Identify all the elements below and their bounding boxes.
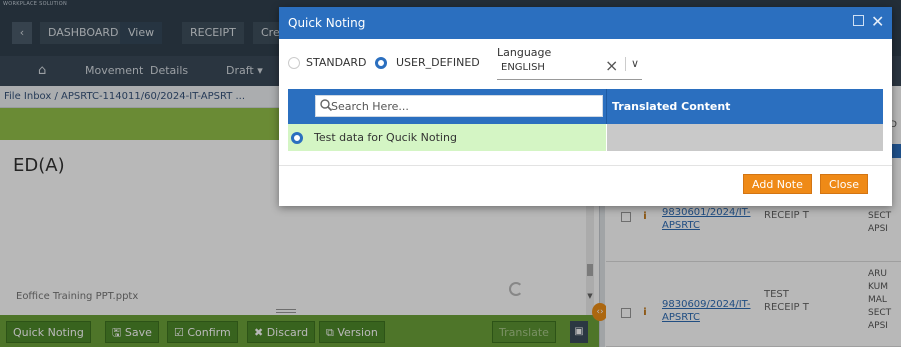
dialog-header: Quick Noting ✕ — [279, 7, 892, 39]
note-text[interactable]: Test data for Qucik Noting — [314, 124, 457, 151]
radio-standard-label[interactable]: STANDARD — [306, 56, 367, 69]
language-label: Language — [497, 46, 552, 59]
close-button[interactable]: Close — [820, 174, 868, 194]
clear-icon[interactable]: × — [605, 56, 618, 75]
maximize-icon[interactable] — [853, 15, 864, 26]
radio-standard[interactable] — [288, 57, 300, 69]
translated-cell — [607, 124, 883, 151]
radio-user-defined[interactable] — [375, 57, 387, 69]
quick-noting-dialog: Quick Noting ✕ STANDARD USER_DEFINED Lan… — [279, 7, 892, 206]
row-radio[interactable] — [291, 132, 303, 144]
translated-content-header: Translated Content — [612, 100, 731, 113]
dialog-footer-divider — [279, 165, 892, 166]
close-icon[interactable]: ✕ — [871, 10, 884, 34]
dialog-title: Quick Noting — [288, 16, 366, 30]
add-note-button[interactable]: Add Note — [743, 174, 812, 194]
language-value[interactable]: ENGLISH — [501, 62, 545, 73]
search-input[interactable] — [331, 96, 601, 116]
column-divider — [606, 89, 607, 124]
chevron-down-icon[interactable]: ∨ — [625, 57, 639, 71]
radio-user-defined-label[interactable]: USER_DEFINED — [396, 56, 480, 69]
